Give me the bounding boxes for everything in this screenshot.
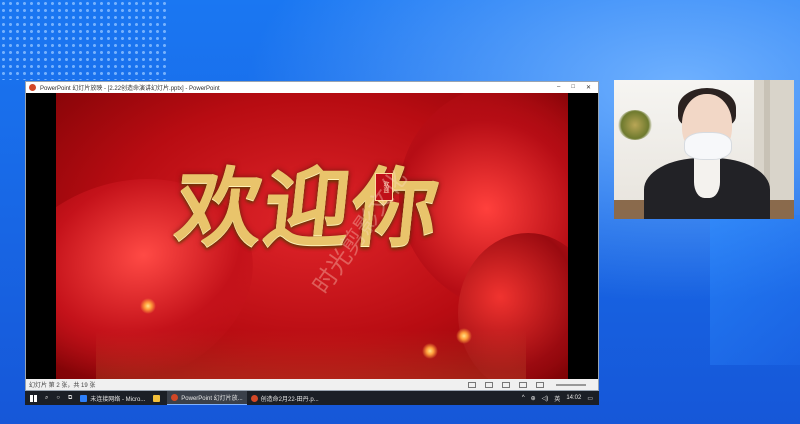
- slide-viewport[interactable]: 欢迎你 欢迎 时光剪影文化: [26, 93, 598, 380]
- powerpoint-icon: [171, 394, 179, 401]
- reading-view-icon[interactable]: [519, 381, 527, 388]
- circle-icon: ○: [56, 395, 60, 401]
- taskbar-app-label: PowerPoint 幻灯片放...: [181, 396, 243, 402]
- cortana-button[interactable]: ○: [52, 391, 64, 405]
- notification-icon[interactable]: ▭: [587, 395, 593, 402]
- task-view-icon: ⧉: [68, 394, 73, 401]
- powerpoint-slideshow-window[interactable]: PowerPoint 幻灯片放映 - [2.22创造命演讲幻灯片.pptx] -…: [25, 81, 599, 391]
- windows-logo-icon: [29, 394, 37, 402]
- close-button[interactable]: ✕: [586, 84, 591, 91]
- taskbar-app-explorer[interactable]: [149, 391, 167, 405]
- powerpoint-icon: [29, 84, 36, 91]
- decorative-shape: [710, 215, 800, 365]
- edge-icon: [80, 394, 88, 402]
- maximize-button[interactable]: □: [571, 84, 575, 91]
- webcam-feed: [614, 80, 794, 219]
- powerpoint-icon: [250, 394, 258, 402]
- firework-decoration: [140, 298, 156, 314]
- taskbar-search[interactable]: ⌕: [41, 391, 52, 405]
- chevron-up-icon[interactable]: ^: [522, 395, 525, 401]
- system-tray: ^ ⊕ ◁) 英 14:02 ▭: [522, 394, 599, 403]
- notes-view-icon[interactable]: [468, 381, 476, 388]
- task-view-button[interactable]: ⧉: [64, 391, 76, 405]
- taskbar-app-powerpoint-slideshow[interactable]: PowerPoint 幻灯片放...: [167, 391, 247, 405]
- folder-icon: [153, 394, 161, 402]
- powerpoint-status-bar: 幻灯片 第 2 张，共 19 张: [26, 379, 598, 390]
- slide-counter: 幻灯片 第 2 张，共 19 张: [29, 383, 96, 389]
- presenter-collar: [694, 158, 720, 198]
- slide-headline: 欢迎你: [170, 158, 446, 259]
- clock[interactable]: 14:02: [566, 395, 581, 401]
- slideshow-view-icon[interactable]: [536, 381, 544, 388]
- plant-decoration: [618, 110, 652, 140]
- taskbar-app-powerpoint-file[interactable]: 创造命2月22-田丹.p...: [247, 391, 323, 405]
- slide-sorter-icon[interactable]: [502, 381, 510, 388]
- window-title: PowerPoint 幻灯片放映 - [2.22创造命演讲幻灯片.pptx] -…: [40, 86, 220, 92]
- taskbar-app-label: 未连接网络 - Micro...: [90, 396, 146, 403]
- language-indicator[interactable]: 英: [554, 394, 560, 403]
- face-mask: [684, 132, 732, 160]
- slide[interactable]: 欢迎你 欢迎 时光剪影文化: [56, 93, 568, 380]
- normal-view-icon[interactable]: [485, 381, 493, 388]
- taskbar-app-edge[interactable]: 未连接网络 - Micro...: [76, 391, 149, 405]
- windows-taskbar: ⌕ ○ ⧉ 未连接网络 - Micro... PowerPoint 幻灯片放..…: [25, 391, 599, 405]
- minimize-button[interactable]: –: [557, 84, 560, 91]
- volume-icon[interactable]: ◁): [542, 395, 549, 402]
- zoom-slider[interactable]: [556, 383, 586, 386]
- search-icon: ⌕: [45, 394, 49, 401]
- window-titlebar[interactable]: PowerPoint 幻灯片放映 - [2.22创造命演讲幻灯片.pptx] -…: [26, 82, 598, 93]
- taskbar-app-label: 创造命2月22-田丹.p...: [260, 396, 319, 403]
- start-button[interactable]: [25, 391, 41, 405]
- decorative-dot-pattern: [0, 0, 170, 80]
- sparkle-decoration: [96, 330, 526, 380]
- network-icon[interactable]: ⊕: [531, 395, 536, 402]
